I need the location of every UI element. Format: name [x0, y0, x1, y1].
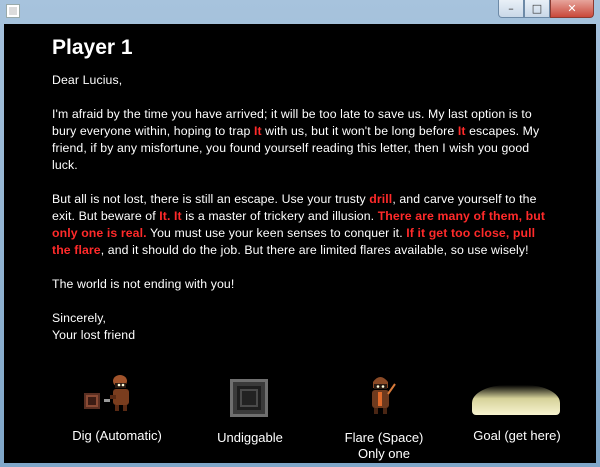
- legend-dig: Dig (Automatic): [62, 428, 172, 443]
- legend-undiggable-label: Undiggable: [217, 430, 283, 445]
- maximize-button[interactable]: □: [524, 0, 550, 18]
- legend-flare-label: Flare (Space): [344, 430, 424, 445]
- highlighted-text: It: [253, 124, 262, 138]
- letter-text: is a master of trickery and illusion.: [181, 209, 378, 223]
- letter-paragraph-3: The world is not ending with you!: [52, 277, 235, 291]
- letter-text: You must use your keen senses to conquer…: [146, 226, 407, 240]
- highlighted-text: drill: [369, 192, 393, 206]
- game-canvas: Player 1 Dear Lucius, I'm afraid by the …: [4, 24, 596, 463]
- legend-undiggable: Undiggable: [204, 430, 296, 445]
- game-window: – □ ✕ Player 1 Dear Lucius, I'm afraid b…: [0, 0, 600, 467]
- legend-goal: Goal (get here): [462, 428, 572, 443]
- minimize-button[interactable]: –: [498, 0, 524, 18]
- intro-letter: Dear Lucius, I'm afraid by the time you …: [52, 72, 552, 344]
- highlighted-text: It.: [159, 209, 171, 223]
- letter-paragraph-2: But all is not lost, there is still an e…: [52, 191, 552, 259]
- player-heading: Player 1: [52, 36, 133, 59]
- legend-flare: Flare (Space) Only one: [334, 430, 434, 462]
- dig-sprite-icon: [84, 375, 129, 411]
- title-bar[interactable]: – □ ✕: [0, 0, 600, 22]
- letter-signature: Your lost friend: [52, 328, 136, 342]
- undiggable-block-icon: [230, 379, 268, 417]
- app-icon: [6, 4, 20, 18]
- legend-goal-label: Goal (get here): [473, 428, 561, 443]
- letter-greeting: Dear Lucius,: [52, 73, 123, 87]
- window-controls: – □ ✕: [498, 0, 594, 18]
- goal-glow-icon: [472, 385, 560, 415]
- letter-text: But all is not lost, there is still an e…: [52, 192, 370, 206]
- highlighted-text: It: [174, 209, 182, 223]
- flare-sprite-icon: [372, 377, 396, 414]
- letter-text: with us, but it won't be long before: [261, 124, 458, 138]
- letter-text: , and it should do the job. But there ar…: [100, 243, 529, 257]
- letter-paragraph-1: I'm afraid by the time you have arrived;…: [52, 106, 552, 174]
- highlighted-text: It: [457, 124, 466, 138]
- legend-dig-label: Dig (Automatic): [72, 428, 162, 443]
- letter-closing: Sincerely,: [52, 311, 107, 325]
- close-button[interactable]: ✕: [550, 0, 594, 18]
- legend-flare-note: Only one: [357, 446, 411, 461]
